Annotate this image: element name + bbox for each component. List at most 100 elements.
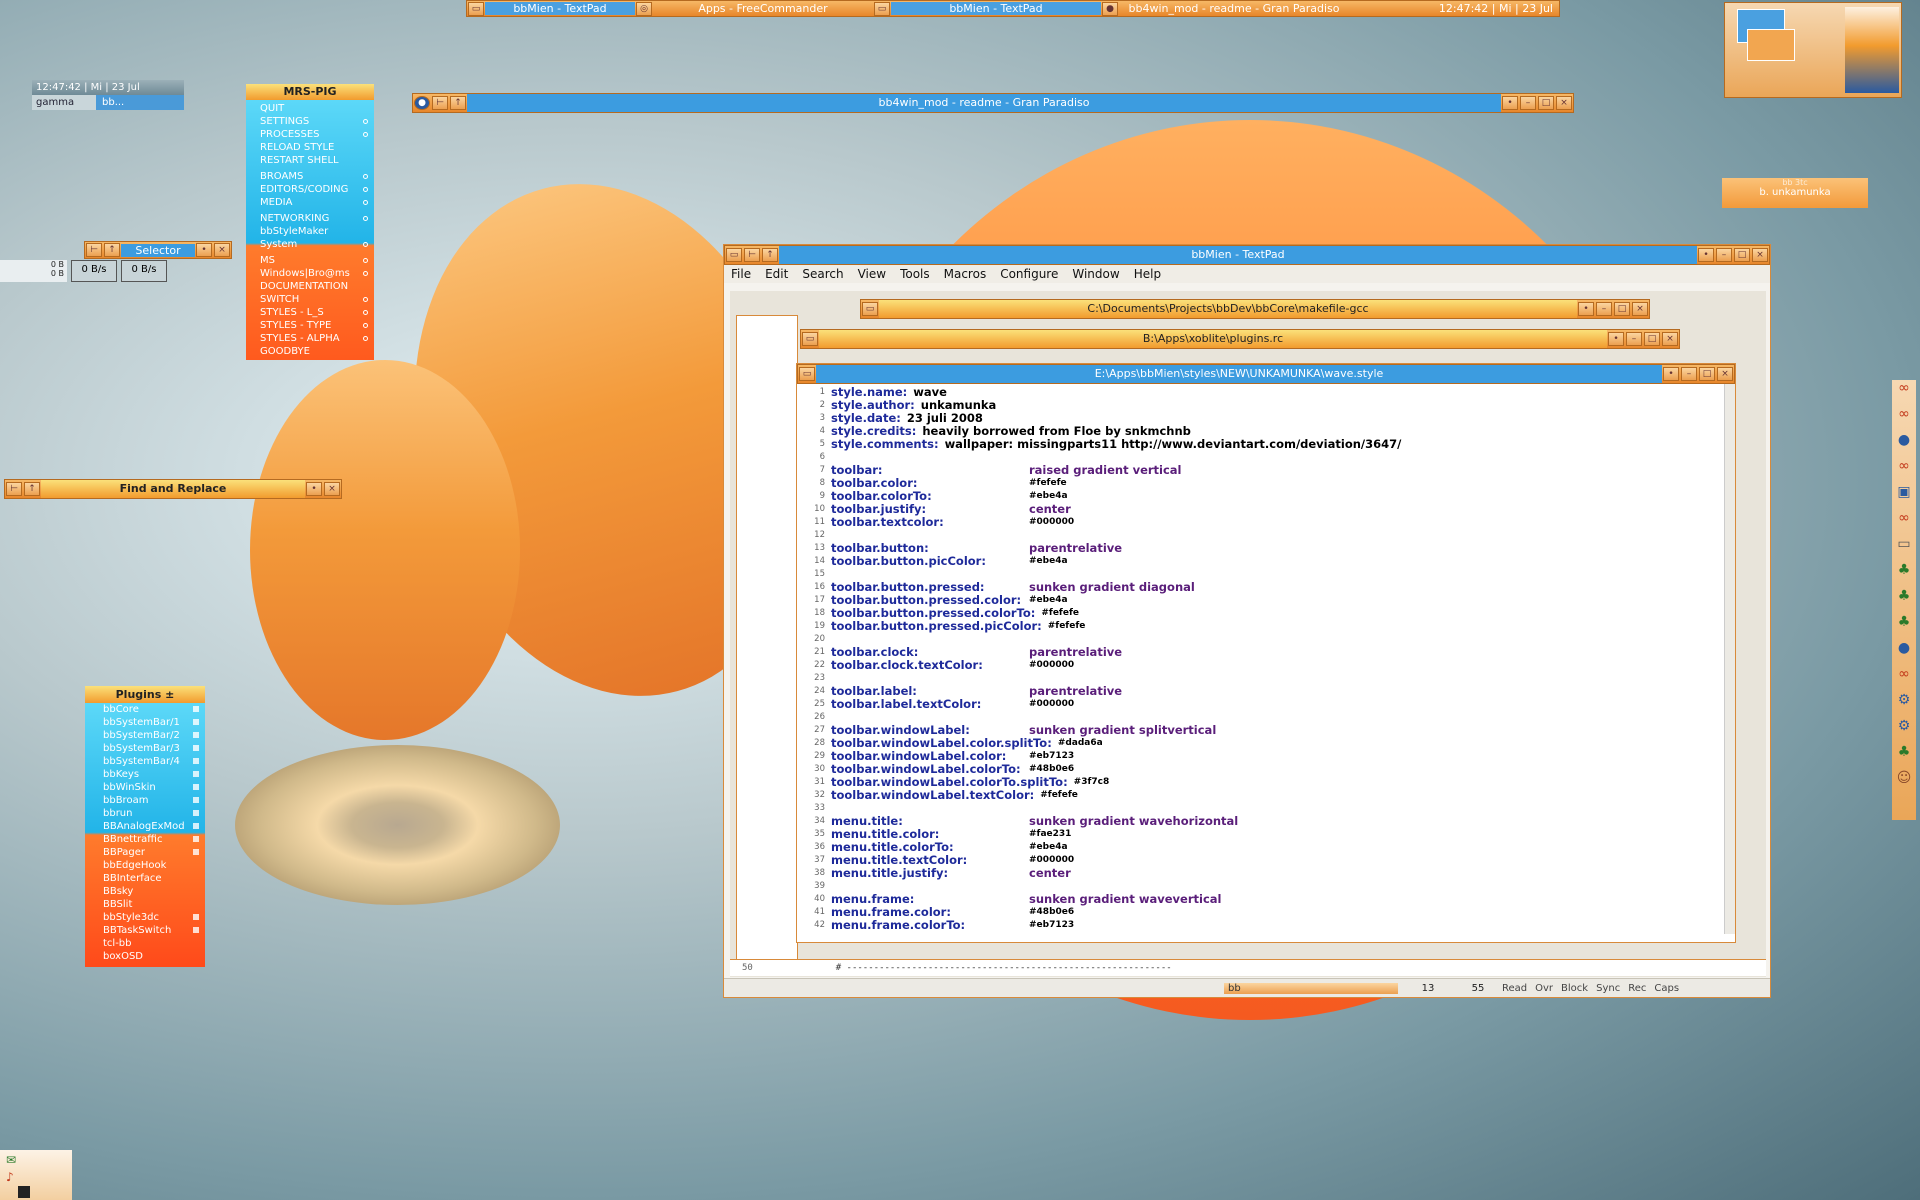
globe-icon[interactable]: ● [1892, 432, 1916, 458]
minimize-icon[interactable]: – [1716, 248, 1732, 262]
link-icon[interactable]: ∞ [1892, 458, 1916, 484]
tree-icon[interactable]: ♣ [1892, 614, 1916, 640]
workspace-task[interactable]: bb... [96, 95, 184, 110]
plugin-item[interactable]: BBTaskSwitch [85, 924, 205, 937]
task-item[interactable]: bbMien - TextPad [891, 2, 1101, 15]
menu-item[interactable]: MS [246, 254, 374, 267]
link-icon[interactable]: ∞ [1892, 406, 1916, 432]
close-icon[interactable]: × [214, 243, 230, 257]
menu-tools[interactable]: Tools [893, 265, 937, 283]
close-icon[interactable]: × [1662, 332, 1678, 346]
mail-icon[interactable]: ✉ [0, 1150, 72, 1170]
maximize-icon[interactable]: □ [1614, 302, 1630, 316]
close-icon[interactable]: × [324, 482, 340, 496]
minimize-icon[interactable]: – [1596, 302, 1612, 316]
menu-item[interactable]: EDITORS/CODING [246, 183, 374, 196]
prev-icon[interactable]: ⊢ [86, 243, 102, 257]
menu-configure[interactable]: Configure [993, 265, 1065, 283]
task-icon[interactable]: ▭ [468, 1, 484, 16]
menu-item[interactable]: PROCESSES [246, 128, 374, 141]
pin-icon[interactable]: • [1502, 96, 1518, 110]
plugin-item[interactable]: bbSystemBar/1 [85, 716, 205, 729]
app-icon[interactable]: ☺ [1892, 770, 1916, 796]
menu-help[interactable]: Help [1127, 265, 1168, 283]
menu-item[interactable]: BROAMS [246, 170, 374, 183]
task-icon[interactable]: ● [1102, 1, 1118, 16]
up-icon[interactable]: ↑ [450, 96, 466, 110]
plugin-item[interactable]: BBsky [85, 885, 205, 898]
pin-icon[interactable]: • [196, 243, 212, 257]
minimize-icon[interactable]: – [1626, 332, 1642, 346]
plugin-item[interactable]: tcl-bb [85, 937, 205, 950]
close-icon[interactable]: × [1556, 96, 1572, 110]
plugin-item[interactable]: BBPager [85, 846, 205, 859]
menu-item[interactable]: STYLES - TYPE [246, 319, 374, 332]
close-icon[interactable]: × [1752, 248, 1768, 262]
pager[interactable] [1724, 2, 1902, 98]
plugin-item[interactable]: bbBroam [85, 794, 205, 807]
menu-view[interactable]: View [851, 265, 893, 283]
maximize-icon[interactable]: □ [1644, 332, 1660, 346]
link-icon[interactable]: ∞ [1892, 666, 1916, 692]
link-icon[interactable]: ∞ [1892, 380, 1916, 406]
maximize-icon[interactable]: □ [1699, 367, 1715, 381]
maximize-icon[interactable]: □ [1538, 96, 1554, 110]
menu-item[interactable]: MEDIA [246, 196, 374, 209]
plugin-item[interactable]: bbrun [85, 807, 205, 820]
prev-icon[interactable]: ⊢ [744, 248, 760, 262]
menu-item[interactable]: GOODBYE [246, 345, 374, 358]
code-editor[interactable]: 1 style.name: wave 2 style.author: unkamunka 3… [797, 384, 1735, 936]
menu-item[interactable]: STYLES - L_S [246, 306, 374, 319]
menu-window[interactable]: Window [1065, 265, 1126, 283]
menu-item[interactable]: System [246, 238, 374, 251]
menu-item[interactable]: DOCUMENTATION [246, 280, 374, 293]
minimize-icon[interactable]: – [1681, 367, 1697, 381]
menu-item[interactable]: RESTART SHELL [246, 154, 374, 167]
menu-item[interactable]: QUIT [246, 102, 374, 115]
prev-icon[interactable]: ⊢ [432, 96, 448, 110]
task-item[interactable]: bbMien - TextPad [485, 2, 635, 15]
app-icon[interactable]: ⚙ [1892, 718, 1916, 744]
menu-item[interactable]: SETTINGS [246, 115, 374, 128]
tree-icon[interactable]: ♣ [1892, 588, 1916, 614]
menu-item[interactable]: NETWORKING [246, 212, 374, 225]
app-icon[interactable]: ▭ [1892, 536, 1916, 562]
task-item[interactable]: Apps - FreeCommander [653, 2, 873, 15]
link-icon[interactable]: ∞ [1892, 510, 1916, 536]
plugin-item[interactable]: bbSystemBar/2 [85, 729, 205, 742]
menu-macros[interactable]: Macros [937, 265, 994, 283]
menu-item[interactable]: SWITCH [246, 293, 374, 306]
menu-edit[interactable]: Edit [758, 265, 795, 283]
task-icon[interactable]: ◎ [636, 1, 652, 16]
menu-item[interactable]: RELOAD STYLE [246, 141, 374, 154]
pin-icon[interactable]: • [1578, 302, 1594, 316]
pin-icon[interactable]: • [1663, 367, 1679, 381]
pin-icon[interactable]: • [1698, 248, 1714, 262]
pin-icon[interactable]: • [306, 482, 322, 496]
maximize-icon[interactable]: □ [1734, 248, 1750, 262]
task-item[interactable]: bb4win_mod - readme - Gran Paradiso [1119, 2, 1349, 15]
close-icon[interactable]: × [1717, 367, 1733, 381]
tree-icon[interactable]: ♣ [1892, 744, 1916, 770]
pager-desktop[interactable] [1845, 7, 1899, 93]
plugin-item[interactable]: BBSlit [85, 898, 205, 911]
plugin-item[interactable]: bbKeys [85, 768, 205, 781]
menu-item[interactable]: STYLES - ALPHA [246, 332, 374, 345]
menu-item[interactable]: Windows|Bro@ms [246, 267, 374, 280]
workspace-label[interactable]: gamma [32, 95, 96, 110]
globe-icon[interactable]: ● [1892, 640, 1916, 666]
app-icon[interactable]: ▣ [1892, 484, 1916, 510]
speaker-icon[interactable]: ♪ [0, 1170, 72, 1184]
monitor-icon[interactable] [18, 1186, 30, 1198]
up-icon[interactable]: ↑ [104, 243, 120, 257]
plugin-item[interactable]: bbWinSkin [85, 781, 205, 794]
plugin-item[interactable]: bbEdgeHook [85, 859, 205, 872]
plugin-item[interactable]: bbSystemBar/3 [85, 742, 205, 755]
vertical-scrollbar[interactable] [1724, 384, 1735, 934]
plugin-item[interactable]: bbSystemBar/4 [85, 755, 205, 768]
app-icon[interactable]: ⚙ [1892, 692, 1916, 718]
close-icon[interactable]: × [1632, 302, 1648, 316]
menu-search[interactable]: Search [795, 265, 850, 283]
prev-icon[interactable]: ⊢ [6, 482, 22, 496]
minimize-icon[interactable]: – [1520, 96, 1536, 110]
